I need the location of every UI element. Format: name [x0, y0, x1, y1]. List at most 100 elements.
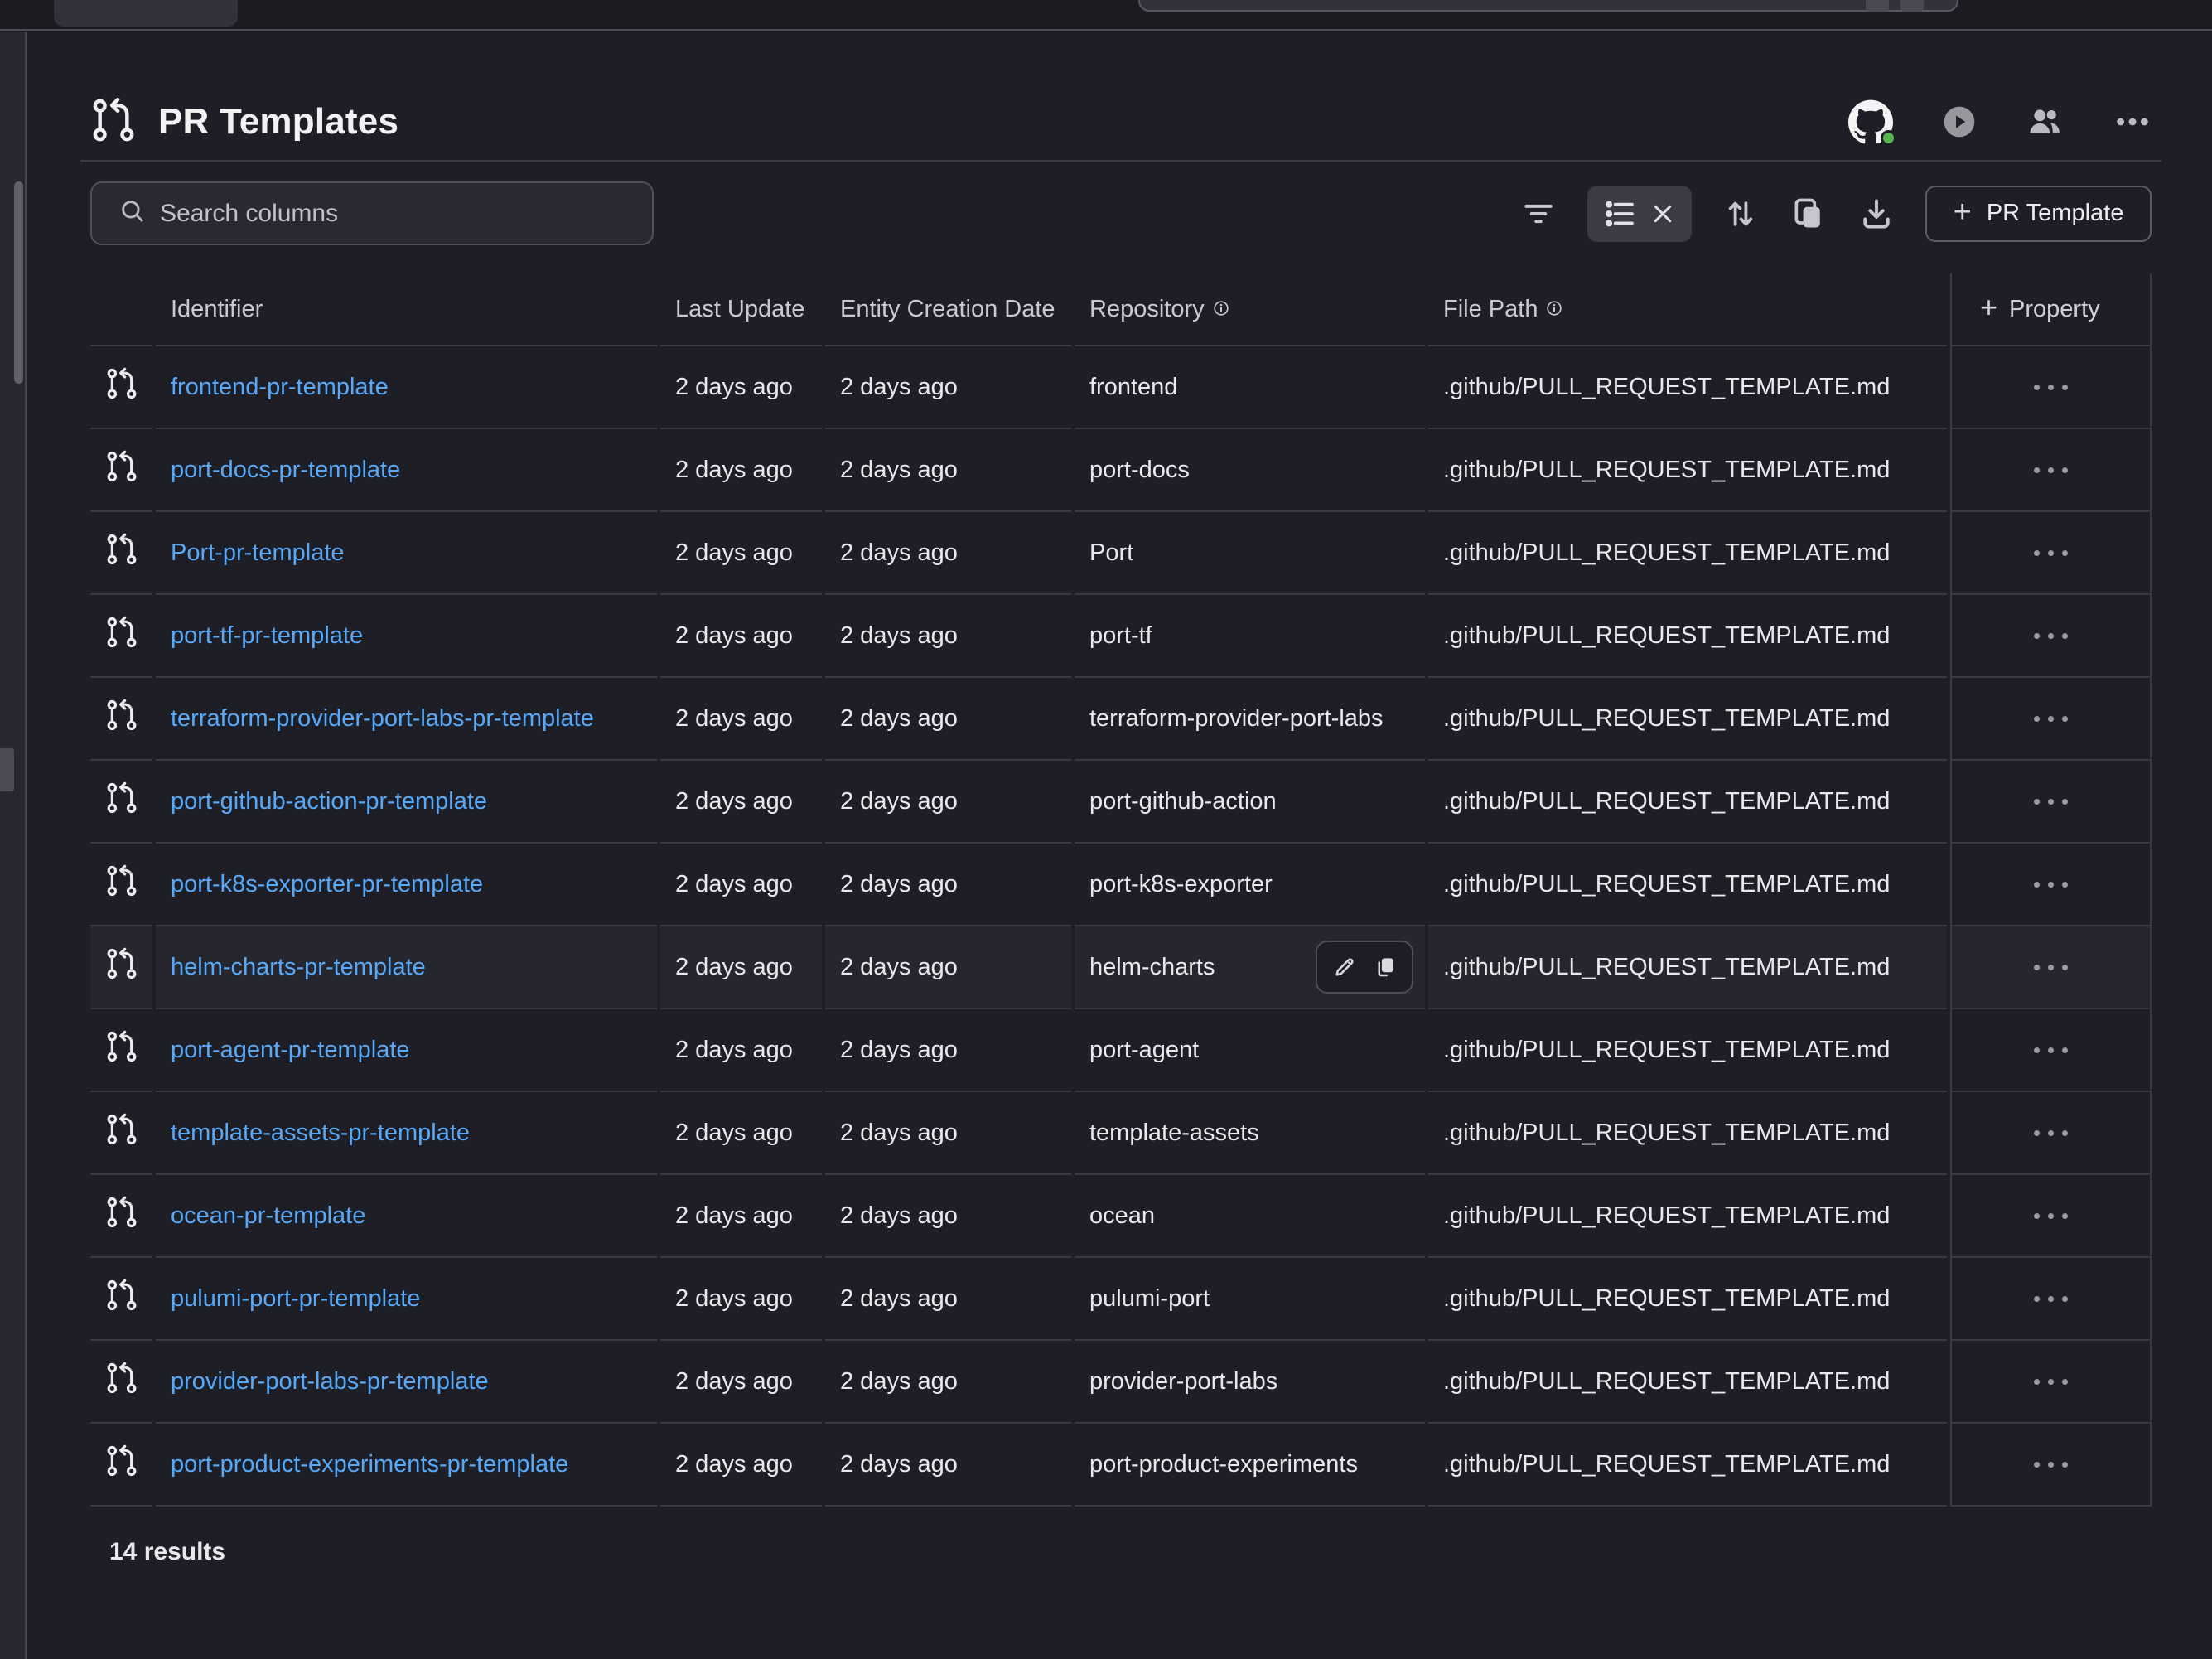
row-icon-cell [90, 1424, 152, 1507]
filter-icon[interactable] [1519, 195, 1558, 233]
table-row[interactable]: helm-charts-pr-template 2 days ago 2 day… [90, 926, 2150, 1009]
identifier-link[interactable]: port-github-action-pr-template [171, 788, 487, 815]
table-row[interactable]: port-agent-pr-template 2 days ago 2 days… [90, 1009, 2150, 1092]
row-icon-cell [90, 595, 152, 678]
sidebar-collapsed-handle[interactable] [0, 748, 14, 791]
identifier-link[interactable]: port-product-experiments-pr-template [171, 1451, 568, 1478]
identifier-link[interactable]: port-k8s-exporter-pr-template [171, 871, 483, 898]
identifier-link[interactable]: pulumi-port-pr-template [171, 1285, 420, 1313]
property-cell [1950, 512, 2150, 595]
file-path-cell: .github/PULL_REQUEST_TEMPLATE.md [1428, 512, 1947, 595]
clear-icon[interactable] [1647, 195, 1678, 233]
row-icon-cell [90, 761, 152, 844]
row-icon-cell [90, 678, 152, 761]
scrollbar-thumb[interactable] [14, 181, 23, 384]
row-icon-cell [90, 844, 152, 926]
identifier-link[interactable]: port-docs-pr-template [171, 457, 400, 484]
table-row[interactable]: terraform-provider-port-labs-pr-template… [90, 678, 2150, 761]
last-update-cell: 2 days ago [660, 1092, 822, 1175]
row-more-options-icon[interactable] [2034, 1047, 2068, 1053]
row-more-options-icon[interactable] [2034, 1213, 2068, 1219]
pull-request-icon [105, 781, 138, 821]
file-path-cell: .github/PULL_REQUEST_TEMPLATE.md [1428, 926, 1947, 1009]
address-bar-icon[interactable] [1866, 0, 1889, 12]
entity-creation-date-cell: 2 days ago [825, 761, 1071, 844]
table-row[interactable]: template-assets-pr-template 2 days ago 2… [90, 1092, 2150, 1175]
identifier-cell: port-tf-pr-template [156, 595, 657, 678]
row-more-options-icon[interactable] [2034, 1130, 2068, 1136]
info-icon[interactable] [1546, 296, 1562, 323]
search-input[interactable] [160, 200, 635, 228]
identifier-link[interactable]: provider-port-labs-pr-template [171, 1368, 489, 1395]
row-icon-cell [90, 1092, 152, 1175]
column-header-identifier[interactable]: Identifier [156, 273, 657, 346]
more-options-icon[interactable] [2113, 103, 2152, 141]
table-row[interactable]: port-docs-pr-template 2 days ago 2 days … [90, 429, 2150, 512]
github-icon[interactable] [1848, 99, 1893, 144]
table-row[interactable]: ocean-pr-template 2 days ago 2 days ago … [90, 1175, 2150, 1258]
table-row[interactable]: port-k8s-exporter-pr-template 2 days ago… [90, 844, 2150, 926]
property-cell [1950, 678, 2150, 761]
table-row[interactable]: provider-port-labs-pr-template 2 days ag… [90, 1341, 2150, 1424]
copy-icon[interactable] [1789, 195, 1828, 233]
row-icon-cell [90, 926, 152, 1009]
sort-icon[interactable] [1722, 195, 1760, 233]
address-bar[interactable] [1138, 0, 1958, 12]
identifier-link[interactable]: template-assets-pr-template [171, 1120, 470, 1147]
table-row[interactable]: pulumi-port-pr-template 2 days ago 2 day… [90, 1258, 2150, 1341]
identifier-link[interactable]: Port-pr-template [171, 539, 345, 567]
address-bar-icon[interactable] [1900, 0, 1924, 12]
identifier-cell: port-docs-pr-template [156, 429, 657, 512]
row-more-options-icon[interactable] [2034, 882, 2068, 888]
list-view-icon[interactable] [1601, 195, 1639, 233]
file-path-cell: .github/PULL_REQUEST_TEMPLATE.md [1428, 595, 1947, 678]
table-row[interactable]: Port-pr-template 2 days ago 2 days ago P… [90, 512, 2150, 595]
identifier-link[interactable]: port-tf-pr-template [171, 622, 363, 650]
row-more-options-icon[interactable] [2034, 467, 2068, 473]
run-icon[interactable] [1943, 105, 1976, 138]
table-row[interactable]: frontend-pr-template 2 days ago 2 days a… [90, 346, 2150, 429]
repository-cell: port-k8s-exporter [1075, 844, 1425, 926]
column-header-repository[interactable]: Repository [1075, 273, 1425, 346]
browser-tab[interactable] [54, 0, 238, 27]
row-more-options-icon[interactable] [2034, 716, 2068, 722]
row-icon-cell [90, 512, 152, 595]
toolbar: + PR Template [90, 181, 2152, 245]
add-pr-template-button[interactable]: + PR Template [1925, 186, 2152, 242]
results-count: 14 results [109, 1538, 2152, 1566]
identifier-link[interactable]: ocean-pr-template [171, 1202, 365, 1230]
search-box[interactable] [90, 181, 654, 245]
table-row[interactable]: port-github-action-pr-template 2 days ag… [90, 761, 2150, 844]
row-more-options-icon[interactable] [2034, 965, 2068, 970]
row-more-options-icon[interactable] [2034, 1379, 2068, 1385]
row-more-options-icon[interactable] [2034, 1462, 2068, 1468]
row-more-options-icon[interactable] [2034, 799, 2068, 805]
edit-icon[interactable] [1332, 955, 1357, 979]
repository-cell: port-tf [1075, 595, 1425, 678]
file-path-cell: .github/PULL_REQUEST_TEMPLATE.md [1428, 346, 1947, 429]
copy-icon[interactable] [1372, 955, 1397, 979]
identifier-link[interactable]: port-agent-pr-template [171, 1037, 410, 1064]
row-more-options-icon[interactable] [2034, 385, 2068, 390]
column-header-entity-creation-date[interactable]: Entity Creation Date [825, 273, 1071, 346]
row-more-options-icon[interactable] [2034, 550, 2068, 556]
identifier-link[interactable]: frontend-pr-template [171, 374, 389, 401]
identifier-link[interactable]: helm-charts-pr-template [171, 954, 426, 981]
download-icon[interactable] [1857, 195, 1896, 233]
table-row[interactable]: port-product-experiments-pr-template 2 d… [90, 1424, 2150, 1507]
column-header-file-path[interactable]: File Path [1428, 273, 1947, 346]
property-cell [1950, 926, 2150, 1009]
entity-creation-date-cell: 2 days ago [825, 844, 1071, 926]
row-more-options-icon[interactable] [2034, 633, 2068, 639]
identifier-link[interactable]: terraform-provider-port-labs-pr-template [171, 705, 594, 733]
table-row[interactable]: port-tf-pr-template 2 days ago 2 days ag… [90, 595, 2150, 678]
identifier-cell: pulumi-port-pr-template [156, 1258, 657, 1341]
row-more-options-icon[interactable] [2034, 1296, 2068, 1302]
identifier-cell: provider-port-labs-pr-template [156, 1341, 657, 1424]
column-header-last-update[interactable]: Last Update [660, 273, 822, 346]
add-property-button[interactable]: +Property [1950, 273, 2150, 346]
users-icon[interactable] [2026, 103, 2064, 141]
property-cell [1950, 1092, 2150, 1175]
info-icon[interactable] [1213, 296, 1229, 323]
last-update-cell: 2 days ago [660, 1175, 822, 1258]
